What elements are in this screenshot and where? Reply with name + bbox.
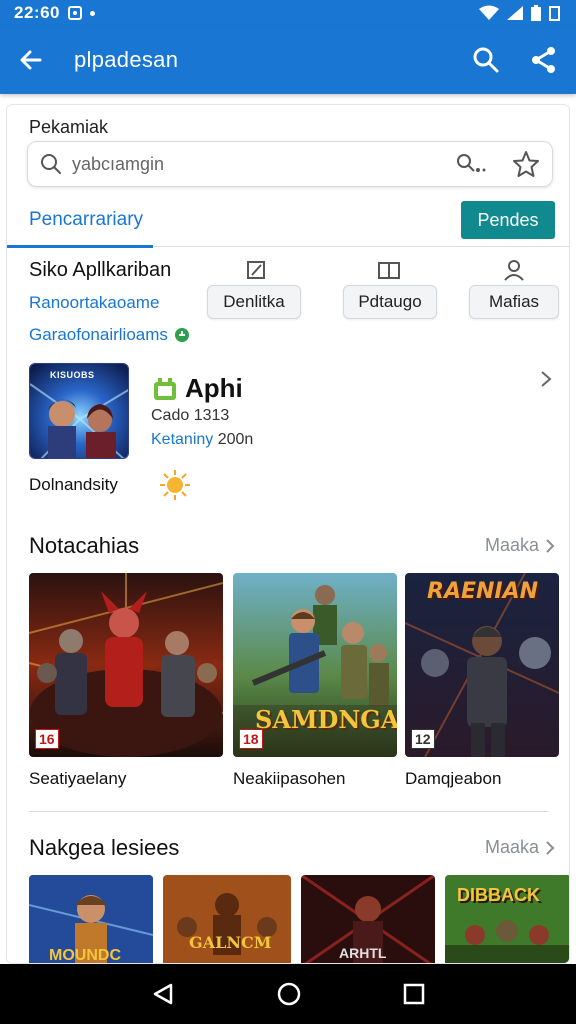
row-1-more[interactable]: Maaka <box>485 535 555 556</box>
poster-small-1[interactable]: MOUNDC <box>29 875 153 964</box>
battery-extra-icon <box>549 6 560 21</box>
poster-2-art-text: SAMDNGAK <box>255 705 397 734</box>
user-icon[interactable] <box>503 259 525 281</box>
chip-2[interactable]: Pdtaugo <box>343 285 437 319</box>
poster-small-4-art-text: DIBBACK <box>457 885 540 905</box>
poster-3[interactable]: RAENIAN 12 <box>405 573 559 757</box>
chevron-right-icon <box>546 538 555 553</box>
age-rating-badge: 18 <box>239 729 263 749</box>
navigation-bar <box>0 964 576 1024</box>
divider <box>29 811 549 812</box>
link-categories[interactable]: Garaofonairlioams <box>29 325 190 345</box>
age-rating-badge: 16 <box>35 729 59 749</box>
chevron-right-icon[interactable] <box>539 369 553 389</box>
filter-search-icon[interactable] <box>456 153 486 175</box>
info-badge-icon <box>174 328 189 342</box>
poster-small-1-art-text: MOUNDC <box>49 947 121 964</box>
app-subtitle: Dolnandsity <box>29 475 118 494</box>
wifi-icon <box>479 5 499 20</box>
chip-3[interactable]: Mafias <box>469 285 559 319</box>
notification-icon <box>67 6 82 20</box>
poster-2-label[interactable]: Neakiipasohen <box>233 769 345 789</box>
poster-3-art-text: RAENIAN <box>427 579 539 604</box>
home-icon[interactable] <box>276 981 302 1007</box>
search-bar[interactable]: yabcıamgin <box>27 141 553 187</box>
row-2-more[interactable]: Maaka <box>485 837 555 858</box>
age-rating-badge: 12 <box>411 729 435 749</box>
row-1-title: Notacahias <box>29 533 140 558</box>
sun-icon <box>160 470 190 500</box>
poster-1[interactable]: 16 <box>29 573 223 757</box>
poster-small-4[interactable]: DIBBACK <box>445 875 569 963</box>
row-2-more-label: Maaka <box>484 837 539 857</box>
status-time: 22:60 <box>14 3 60 22</box>
tab-bar: Pencarrariary Pendes <box>7 199 569 248</box>
poster-2[interactable]: SAMDNGAK 18 <box>233 573 397 757</box>
app-thumb-text: KISUOBS <box>50 370 95 380</box>
status-bar: 22:60 <box>0 0 576 26</box>
app-thumbnail: KISUOBS <box>29 363 129 459</box>
poster-1-label[interactable]: Seatiyaelany <box>29 769 126 789</box>
signal-icon <box>507 6 523 20</box>
dot-icon <box>89 10 95 16</box>
share-icon[interactable] <box>530 46 558 74</box>
android-icon <box>154 377 176 400</box>
app-bar: plpadesan <box>0 26 576 94</box>
poster-small-3-art-text: ARHTL <box>339 945 387 961</box>
screen: 22:60 plpadesan Pekamiak yabcıamgin Penc… <box>0 0 576 1024</box>
row-1-more-label: Maaka <box>484 535 539 555</box>
section-label: Pekamiak <box>29 117 109 137</box>
edit-icon[interactable] <box>245 259 267 281</box>
app-bar-title: plpadesan <box>74 47 179 72</box>
recents-icon[interactable] <box>403 983 425 1005</box>
layout-icon[interactable] <box>377 259 401 281</box>
poster-small-2[interactable]: GALNCM <box>163 875 291 963</box>
app-title-text: Aphi <box>185 373 243 403</box>
poster-small-3[interactable]: ARHTL <box>301 875 435 963</box>
apps-section-title: Siko Apllkariban <box>29 259 172 281</box>
search-input[interactable]: yabcıamgin <box>72 154 164 175</box>
row-2-title: Nakgea lesiees <box>29 835 180 860</box>
poster-small-2-art-text: GALNCM <box>189 933 272 952</box>
search-icon[interactable] <box>472 46 500 74</box>
battery-icon <box>531 5 541 21</box>
content-card: Pekamiak yabcıamgin Pencarrariary Pendes… <box>6 104 570 964</box>
app-category[interactable]: Ketaniny <box>151 431 213 448</box>
tab-active[interactable]: Pencarrariary <box>7 199 153 248</box>
poster-3-label[interactable]: Damqjeabon <box>405 769 501 789</box>
pendes-button[interactable]: Pendes <box>461 201 555 239</box>
app-title: Aphi <box>151 373 243 404</box>
search-icon <box>41 154 61 174</box>
chip-1[interactable]: Denlitka <box>207 285 301 319</box>
back-icon[interactable] <box>151 982 175 1006</box>
app-category-year: Ketaniny 200n <box>151 431 253 449</box>
chevron-right-icon <box>546 840 555 855</box>
app-year: 200n <box>217 431 254 448</box>
link-categories-label: Garaofonairlioams <box>29 325 168 344</box>
star-icon[interactable] <box>512 150 540 178</box>
app-meta: Cado 1313 <box>151 407 230 424</box>
back-arrow-icon[interactable] <box>18 47 44 73</box>
link-recommendations[interactable]: Ranoortakaoame <box>29 293 159 313</box>
